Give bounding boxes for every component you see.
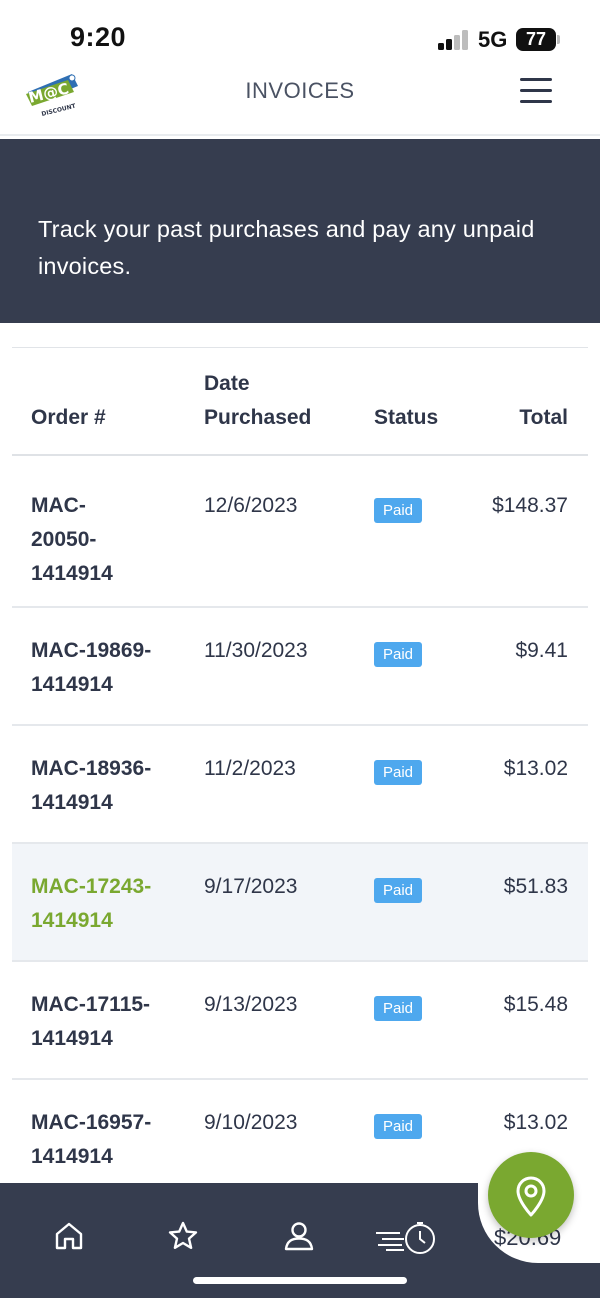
date-purchased: 9/10/2023 [204, 1111, 298, 1134]
order-line: MAC-17243- [31, 875, 152, 898]
order-line: MAC-18936- [31, 757, 152, 780]
order-line: MAC-19869- [31, 639, 152, 662]
table-row[interactable]: MAC-18936- 1414914 11/2/2023 Paid $13.02 [12, 726, 588, 844]
table-row[interactable]: MAC- 20050- 1414914 12/6/2023 Paid $148.… [12, 456, 588, 608]
status-badge: Paid [374, 642, 423, 667]
order-line: 1414914 [31, 673, 113, 696]
header-order: Order # [31, 406, 106, 429]
app-header: M@C DISCOUNT INVOICES [0, 66, 600, 136]
status-badge: Paid [374, 878, 423, 903]
order-number[interactable]: MAC-16957- 1414914 [31, 1106, 171, 1174]
order-number[interactable]: MAC-18936- 1414914 [31, 752, 171, 820]
table-header: Order # Date Purchased Status Total [12, 348, 588, 456]
fast-timer-icon[interactable] [374, 1219, 440, 1254]
date-purchased: 12/6/2023 [204, 494, 298, 517]
order-total: $13.02 [503, 757, 568, 780]
location-fab-button[interactable] [488, 1152, 574, 1238]
order-line: 1414914 [31, 1027, 113, 1050]
invoices-table: Order # Date Purchased Status Total MAC-… [12, 347, 588, 1198]
order-number-link[interactable]: MAC-17243- 1414914 [31, 870, 171, 938]
order-line: MAC-17115- [31, 993, 151, 1016]
home-icon[interactable] [52, 1219, 86, 1253]
order-line: 1414914 [31, 1145, 113, 1168]
signal-icon [438, 30, 470, 50]
header-date-line2: Purchased [204, 406, 312, 429]
status-badge: Paid [374, 760, 423, 785]
order-number[interactable]: MAC-17115- 1414914 [31, 988, 171, 1056]
order-line: 1414914 [31, 791, 113, 814]
order-total: $51.83 [503, 875, 568, 898]
order-number[interactable]: MAC- 20050- 1414914 [31, 489, 171, 591]
order-line: MAC-16957- [31, 1111, 152, 1134]
order-total: $148.37 [492, 494, 568, 517]
star-icon[interactable] [166, 1219, 200, 1253]
status-badge: Paid [374, 996, 423, 1021]
order-total: $13.02 [503, 1111, 568, 1134]
battery-tip [557, 35, 560, 44]
date-purchased: 11/2/2023 [204, 757, 296, 780]
battery-icon: 77 [516, 28, 556, 51]
order-line: 20050- [31, 528, 97, 551]
order-line: MAC- [31, 494, 86, 517]
header-date-line1: Date [204, 372, 250, 395]
order-number[interactable]: MAC-19869- 1414914 [31, 634, 171, 702]
location-pin-icon [516, 1176, 546, 1217]
header-status: Status [374, 406, 439, 429]
date-purchased: 11/30/2023 [204, 639, 308, 662]
hamburger-menu-icon[interactable] [520, 78, 554, 106]
status-badge: Paid [374, 498, 423, 523]
date-purchased: 9/13/2023 [204, 993, 298, 1016]
order-line: 1414914 [31, 562, 113, 585]
table-row[interactable]: MAC-19869- 1414914 11/30/2023 Paid $9.41 [12, 608, 588, 726]
table-row[interactable]: MAC-17115- 1414914 9/13/2023 Paid $15.48 [12, 962, 588, 1080]
intro-banner: Track your past purchases and pay any un… [0, 139, 600, 323]
home-indicator [193, 1277, 407, 1284]
svg-text:DISCOUNT: DISCOUNT [41, 102, 78, 117]
header-total: Total [519, 406, 568, 429]
status-bar: 9:20 5G 77 [0, 0, 600, 66]
order-total: $15.48 [503, 993, 568, 1016]
banner-text: Track your past purchases and pay any un… [38, 216, 535, 279]
date-purchased: 9/17/2023 [204, 875, 298, 898]
order-total: $9.41 [515, 639, 568, 662]
order-line: 1414914 [31, 909, 113, 932]
status-time: 9:20 [70, 22, 127, 52]
table-row[interactable]: MAC-17243- 1414914 9/17/2023 Paid $51.83 [12, 844, 588, 962]
status-badge: Paid [374, 1114, 423, 1139]
page-title: INVOICES [245, 78, 355, 103]
user-icon[interactable] [282, 1219, 316, 1253]
network-label: 5G [478, 27, 508, 52]
